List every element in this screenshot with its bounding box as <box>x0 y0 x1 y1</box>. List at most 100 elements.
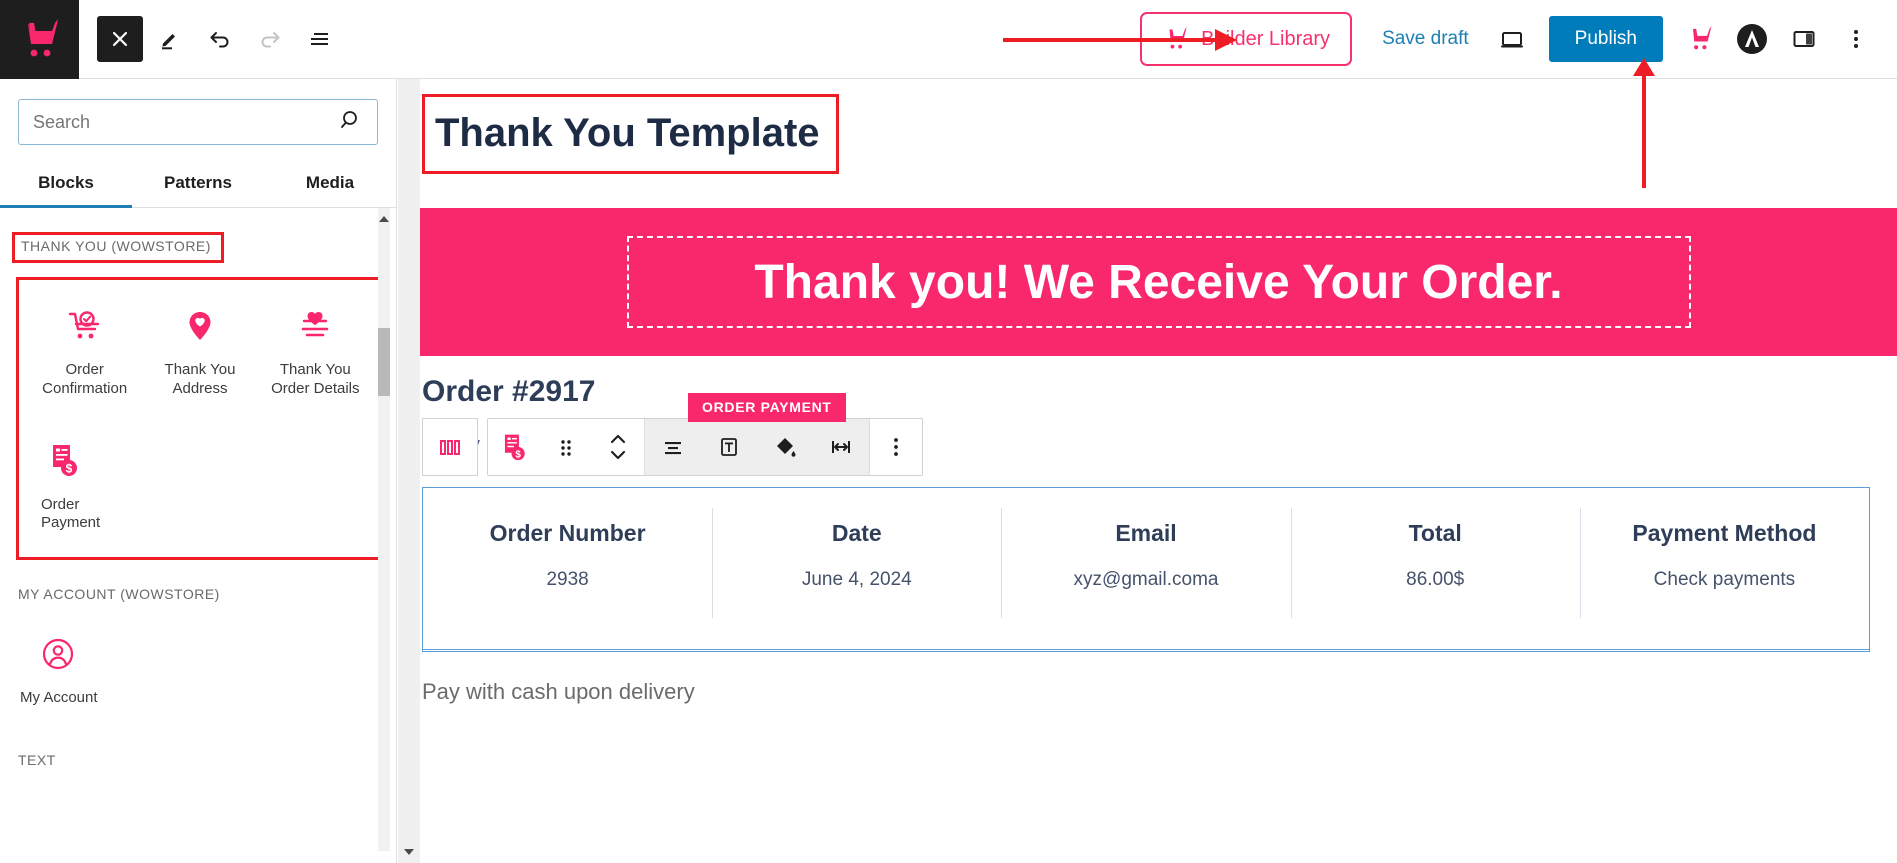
block-type-badge: ORDER PAYMENT <box>688 393 846 422</box>
align-button[interactable] <box>645 419 701 475</box>
color-fill-icon <box>777 438 796 457</box>
hero-inner-block[interactable]: Thank you! We Receive Your Order. <box>626 236 1691 328</box>
column-value: xyz@gmail.coma <box>1073 569 1219 590</box>
scroll-up-arrow-icon[interactable] <box>379 216 389 222</box>
heart-lines-icon <box>298 310 332 347</box>
drag-dots-icon <box>561 440 571 456</box>
save-draft-button[interactable]: Save draft <box>1366 28 1485 50</box>
column-header: Date <box>831 520 882 546</box>
publish-button[interactable]: Publish <box>1548 16 1663 62</box>
block-inserter-sidebar: Blocks Patterns Media THANK YOU (WOWSTOR… <box>0 79 397 863</box>
wowstore-cart-logo-icon <box>0 0 79 79</box>
scroll-down-arrow-icon[interactable] <box>404 849 414 855</box>
chevron-up-down-icon <box>610 434 626 460</box>
category-label-my-account: MY ACCOUNT (WOWSTORE) <box>18 586 220 602</box>
order-payment-icon: $ <box>504 434 525 460</box>
astra-button[interactable] <box>1727 14 1777 64</box>
block-thank-you-address[interactable]: Thank You Address <box>142 296 257 409</box>
category-label-thank-you-box: THANK YOU (WOWSTORE) <box>12 232 224 263</box>
builder-library-button[interactable]: Builder Library <box>1140 12 1353 66</box>
tab-media[interactable]: Media <box>264 161 396 207</box>
wowstore-cart-icon <box>1693 26 1712 50</box>
sidebar-scrollbar-track[interactable] <box>378 208 390 851</box>
page-title[interactable]: Thank You Template <box>435 111 820 155</box>
my-account-block-grid: My Account <box>0 602 396 718</box>
table-column: Payment Method Check payments <box>1579 488 1869 651</box>
svg-text:$: $ <box>515 449 521 460</box>
move-block-button[interactable] <box>592 419 644 475</box>
columns-icon <box>440 440 460 455</box>
order-heading[interactable]: Order #2917 <box>422 375 595 409</box>
settings-sidebar-button[interactable] <box>1779 14 1829 64</box>
thank-you-blocks-group: Order Confirmation Thank You Address Tha… <box>16 277 384 560</box>
select-parent-block-button[interactable] <box>422 418 478 476</box>
column-header: Order Number <box>489 520 646 546</box>
list-view-button[interactable] <box>297 16 343 62</box>
category-label-thank-you: THANK YOU (WOWSTORE) <box>21 238 211 254</box>
block-order-payment[interactable]: $ Order Payment <box>27 429 142 544</box>
astra-logo-icon <box>1737 24 1767 54</box>
editor-canvas: Thank You Template Thank you! We Receive… <box>420 79 1897 863</box>
column-value: Check payments <box>1653 569 1796 590</box>
block-options-button[interactable] <box>870 419 922 475</box>
column-header: Payment Method <box>1632 520 1817 546</box>
table-column: Date June 4, 2024 <box>712 488 1001 651</box>
block-my-account[interactable]: My Account <box>8 624 135 718</box>
tab-patterns[interactable]: Patterns <box>132 161 264 207</box>
close-button[interactable] <box>97 16 143 62</box>
kebab-menu-icon <box>894 438 898 456</box>
thank-you-block-grid: Order Confirmation Thank You Address Tha… <box>19 280 381 557</box>
builder-library-cart-icon <box>1169 27 1187 49</box>
sidebar-scrollbar-thumb[interactable] <box>378 328 390 396</box>
block-thank-you-order-details[interactable]: Thank You Order Details <box>258 296 373 409</box>
svg-text:$: $ <box>66 461 73 475</box>
column-header: Total <box>1408 520 1462 546</box>
column-header: Email <box>1115 520 1177 546</box>
block-toolbar: ORDER PAYMENT $ <box>422 393 923 476</box>
toolbar-left-group <box>79 16 343 62</box>
editor-toolbar: Builder Library Save draft Publish <box>0 0 1897 79</box>
block-order-confirmation[interactable]: Order Confirmation <box>27 296 142 409</box>
table-column: Order Number 2938 <box>423 488 712 651</box>
hero-heading[interactable]: Thank you! We Receive Your Order. <box>754 255 1562 310</box>
column-value: 2938 <box>546 569 589 590</box>
search-input[interactable] <box>33 111 339 133</box>
payment-note[interactable]: Pay with cash upon delivery <box>422 679 695 705</box>
block-format-group <box>645 419 869 475</box>
inserter-tabs: Blocks Patterns Media <box>0 161 396 208</box>
page-title-annotation-box: Thank You Template <box>422 94 839 174</box>
table-column: Total 86.00$ <box>1290 488 1580 651</box>
align-icon <box>665 442 681 455</box>
width-arrows-icon <box>832 441 850 453</box>
drag-handle-button[interactable] <box>540 419 592 475</box>
text-settings-button[interactable] <box>701 419 757 475</box>
width-button[interactable] <box>813 419 869 475</box>
column-value: June 4, 2024 <box>801 569 912 590</box>
block-label: Thank You Address <box>164 361 236 397</box>
color-button[interactable] <box>757 419 813 475</box>
table-column: Email xyz@gmail.coma <box>1001 488 1290 651</box>
column-value: 86.00$ <box>1406 569 1465 590</box>
blocks-scroll-area: THANK YOU (WOWSTORE) Order Confirmation … <box>0 208 396 851</box>
block-label: Order Confirmation <box>42 361 128 397</box>
thank-you-hero-block[interactable]: Thank you! We Receive Your Order. <box>420 208 1897 356</box>
wowstore-button[interactable] <box>1675 14 1725 64</box>
block-toolbar-main: ORDER PAYMENT $ <box>487 393 923 476</box>
tab-blocks[interactable]: Blocks <box>0 161 132 208</box>
builder-library-label: Builder Library <box>1201 27 1331 50</box>
undo-button[interactable] <box>197 16 243 62</box>
text-box-icon <box>721 438 737 456</box>
order-details-table[interactable]: Order Number 2938 Date June 4, 2024 Emai… <box>422 487 1870 652</box>
block-label: Thank You Order Details <box>271 361 360 397</box>
toolbar-right-group: Builder Library Save draft Publish <box>1140 12 1897 66</box>
block-label: Order Payment <box>41 495 101 532</box>
preview-device-button[interactable] <box>1487 14 1537 64</box>
search-box[interactable] <box>18 99 378 145</box>
edit-pencil-button[interactable] <box>147 16 193 62</box>
table-bottom-border <box>422 649 1870 650</box>
search-icon <box>339 108 363 137</box>
block-type-button[interactable]: $ <box>488 419 540 475</box>
cart-check-icon <box>68 310 102 347</box>
more-options-button[interactable] <box>1831 14 1881 64</box>
redo-button[interactable] <box>247 16 293 62</box>
